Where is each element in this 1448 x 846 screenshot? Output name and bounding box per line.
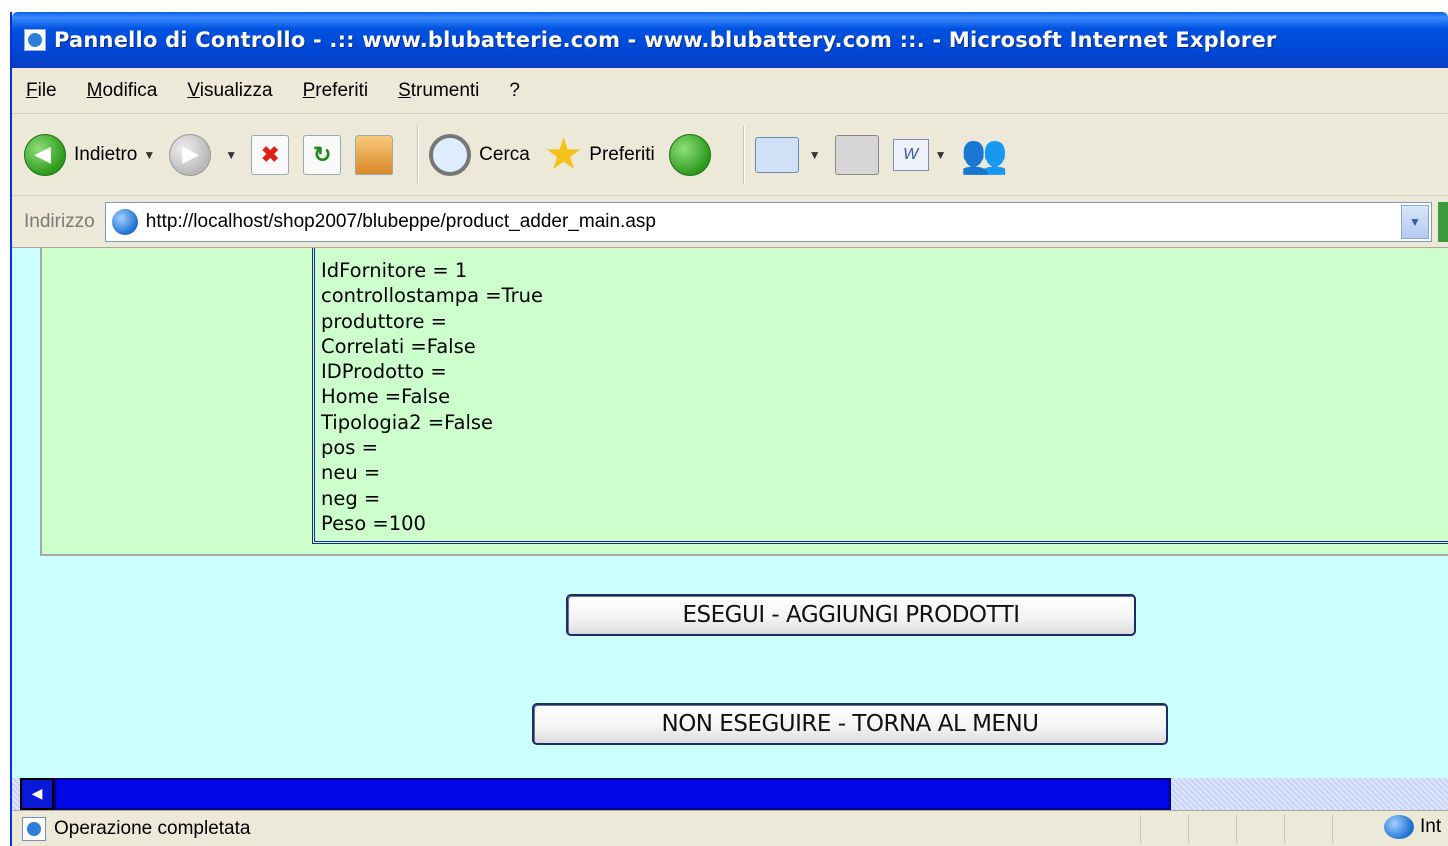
mail-icon — [754, 136, 799, 173]
field-row: pos = — [321, 436, 379, 460]
address-url[interactable]: http://localhost/shop2007/blubeppe/produ… — [146, 211, 1401, 233]
globe-icon — [1384, 815, 1414, 839]
forward-button[interactable]: ▼ — [169, 133, 237, 176]
toolbar-separator — [742, 125, 745, 184]
scrollbar-thumb[interactable] — [54, 778, 1171, 810]
favorites-label: Preferiti — [589, 143, 655, 165]
printer-icon — [834, 134, 879, 175]
page-icon — [111, 208, 138, 235]
field-row: neu = — [321, 461, 381, 485]
status-bar: Operazione completata Int — [12, 810, 1448, 846]
field-row: IdFornitore = 1 — [321, 259, 468, 282]
horizontal-scrollbar[interactable]: ◀ — [12, 778, 1448, 810]
field-row: IDProdotto = — [321, 360, 447, 384]
toolbar-separator — [417, 125, 420, 184]
search-icon — [429, 133, 472, 176]
back-label: Indietro — [74, 143, 138, 165]
print-button[interactable] — [834, 134, 879, 175]
browser-window: Pannello di Controllo - .:: www.blubatte… — [10, 12, 1448, 846]
status-pane — [1284, 815, 1332, 843]
menu-bar: File Modifica Visualizza Preferiti Strum… — [12, 68, 1448, 114]
field-row: Home =False — [321, 385, 451, 409]
mail-dropdown-icon[interactable]: ▼ — [809, 148, 821, 162]
title-bar: Pannello di Controllo - .:: www.blubatte… — [12, 12, 1448, 68]
field-list: IdFornitore = 1 controllostampa =True pr… — [312, 248, 1448, 544]
menu-visualizza[interactable]: Visualizza — [187, 80, 272, 102]
window-title: Pannello di Controllo - .:: www.blubatte… — [54, 28, 1277, 52]
forward-dropdown-icon[interactable]: ▼ — [225, 148, 237, 162]
cancel-return-menu-button[interactable]: NON ESEGUIRE - TORNA AL MENU — [532, 703, 1168, 745]
status-text: Operazione completata — [54, 817, 251, 839]
back-dropdown-icon[interactable]: ▼ — [143, 148, 155, 162]
toolbar: Indietro ▼ ▼ ✖ ↻ Cerca ★ Preferiti — [12, 114, 1448, 196]
word-icon: W — [892, 138, 929, 171]
menu-modifica[interactable]: Modifica — [87, 80, 158, 102]
refresh-icon: ↻ — [303, 134, 342, 175]
back-button[interactable]: Indietro ▼ — [24, 133, 155, 176]
messenger-button[interactable]: 👥 — [961, 133, 1008, 177]
edit-button[interactable]: W ▼ — [892, 138, 947, 171]
edit-dropdown-icon[interactable]: ▼ — [935, 148, 947, 162]
menu-strumenti[interactable]: Strumenti — [398, 80, 479, 102]
forward-arrow-icon — [169, 133, 212, 176]
ie-window-icon — [24, 29, 46, 51]
favorites-button[interactable]: ★ Preferiti — [543, 129, 655, 179]
scroll-left-icon[interactable]: ◀ — [20, 778, 54, 810]
history-icon — [668, 133, 711, 176]
field-row: neg = — [321, 486, 381, 510]
status-pane — [1140, 815, 1188, 843]
menu-preferiti[interactable]: Preferiti — [303, 80, 368, 102]
back-arrow-icon — [24, 133, 66, 176]
messenger-users-icon: 👥 — [960, 133, 1008, 176]
field-row: controllostampa =True — [321, 284, 543, 308]
address-bar: Indirizzo http://localhost/shop2007/blub… — [12, 196, 1448, 248]
menu-file[interactable]: File — [26, 80, 57, 102]
status-pane — [1236, 815, 1284, 843]
address-dropdown-icon[interactable]: ▼ — [1401, 204, 1429, 239]
page-status-icon — [22, 816, 46, 841]
search-button[interactable]: Cerca — [429, 133, 530, 176]
go-button[interactable] — [1438, 201, 1448, 242]
star-icon: ★ — [543, 129, 584, 179]
stop-button[interactable]: ✖ — [251, 134, 290, 175]
mail-button[interactable]: ▼ — [754, 136, 821, 173]
refresh-button[interactable]: ↻ — [303, 134, 342, 175]
field-row: Tipologia2 =False — [321, 410, 494, 434]
stop-icon: ✖ — [251, 134, 290, 175]
search-label: Cerca — [479, 143, 530, 165]
field-row: produttore = — [321, 309, 447, 333]
zone-label: Int — [1420, 816, 1442, 837]
home-icon — [355, 134, 394, 175]
field-row: Peso =100 — [321, 511, 426, 535]
history-button[interactable] — [668, 133, 719, 176]
menu-help[interactable]: ? — [509, 80, 520, 102]
address-label: Indirizzo — [24, 210, 95, 232]
page-content: IdFornitore = 1 controllostampa =True pr… — [12, 248, 1448, 778]
field-table: IdFornitore = 1 controllostampa =True pr… — [40, 248, 1448, 556]
field-row: Correlati =False — [321, 334, 476, 358]
status-pane — [1188, 815, 1236, 843]
address-input[interactable]: http://localhost/shop2007/blubeppe/produ… — [104, 201, 1432, 242]
home-button[interactable] — [355, 134, 394, 175]
security-zone: Int — [1384, 815, 1441, 839]
execute-add-products-button[interactable]: ESEGUI - AGGIUNGI PRODOTTI — [566, 594, 1136, 636]
status-pane — [1332, 815, 1380, 843]
